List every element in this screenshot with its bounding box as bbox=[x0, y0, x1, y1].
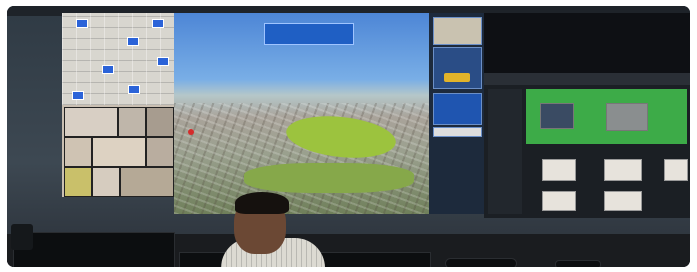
document-thumbnail bbox=[542, 159, 576, 181]
camera-feed bbox=[64, 167, 92, 197]
app-title-bar bbox=[484, 73, 690, 85]
app-sidebar bbox=[488, 89, 522, 214]
map-pin-icon bbox=[157, 57, 169, 66]
yellow-action-button bbox=[444, 73, 470, 82]
camera-feeds-screen bbox=[62, 105, 174, 197]
aerial-side-panel bbox=[429, 13, 484, 214]
map-pin-icon bbox=[128, 85, 140, 94]
operator-hair bbox=[235, 192, 289, 214]
camera-feed bbox=[92, 167, 120, 197]
desk-device bbox=[555, 260, 601, 267]
aerial-location-banner bbox=[264, 23, 354, 45]
video-management-app bbox=[484, 73, 690, 218]
desk-phone bbox=[445, 258, 517, 267]
camera-feed bbox=[64, 107, 118, 137]
document-thumbnail bbox=[664, 159, 688, 181]
camera-feed bbox=[64, 137, 92, 167]
document-thumbnail bbox=[604, 191, 642, 211]
document-thumbnail bbox=[604, 159, 642, 181]
camera-mount bbox=[11, 224, 33, 250]
desk-monitor bbox=[13, 232, 175, 267]
dispatch-list-screen bbox=[484, 13, 690, 73]
map-pin-icon bbox=[127, 37, 139, 46]
green-preview-panel bbox=[526, 89, 687, 144]
camera-feed bbox=[146, 107, 174, 137]
map-screen bbox=[62, 13, 174, 105]
record-indicator-icon bbox=[188, 129, 194, 135]
camera-feed bbox=[92, 137, 146, 167]
park-field-lower bbox=[244, 163, 414, 193]
mini-map-thumbnail bbox=[433, 17, 482, 45]
video-thumbnail bbox=[540, 103, 574, 129]
camera-feed bbox=[120, 167, 174, 197]
camera-feed bbox=[118, 107, 146, 137]
side-info-bar bbox=[433, 127, 482, 137]
document-thumbnail bbox=[542, 191, 576, 211]
camera-feed bbox=[146, 137, 174, 167]
map-pin-icon bbox=[152, 19, 164, 28]
control-room-photo bbox=[7, 6, 690, 267]
map-pin-icon bbox=[102, 65, 114, 74]
map-pin-icon bbox=[76, 19, 88, 28]
side-info-box bbox=[433, 93, 482, 125]
side-info-box bbox=[433, 47, 482, 89]
map-pin-icon bbox=[72, 91, 84, 100]
video-thumbnail bbox=[606, 103, 648, 131]
